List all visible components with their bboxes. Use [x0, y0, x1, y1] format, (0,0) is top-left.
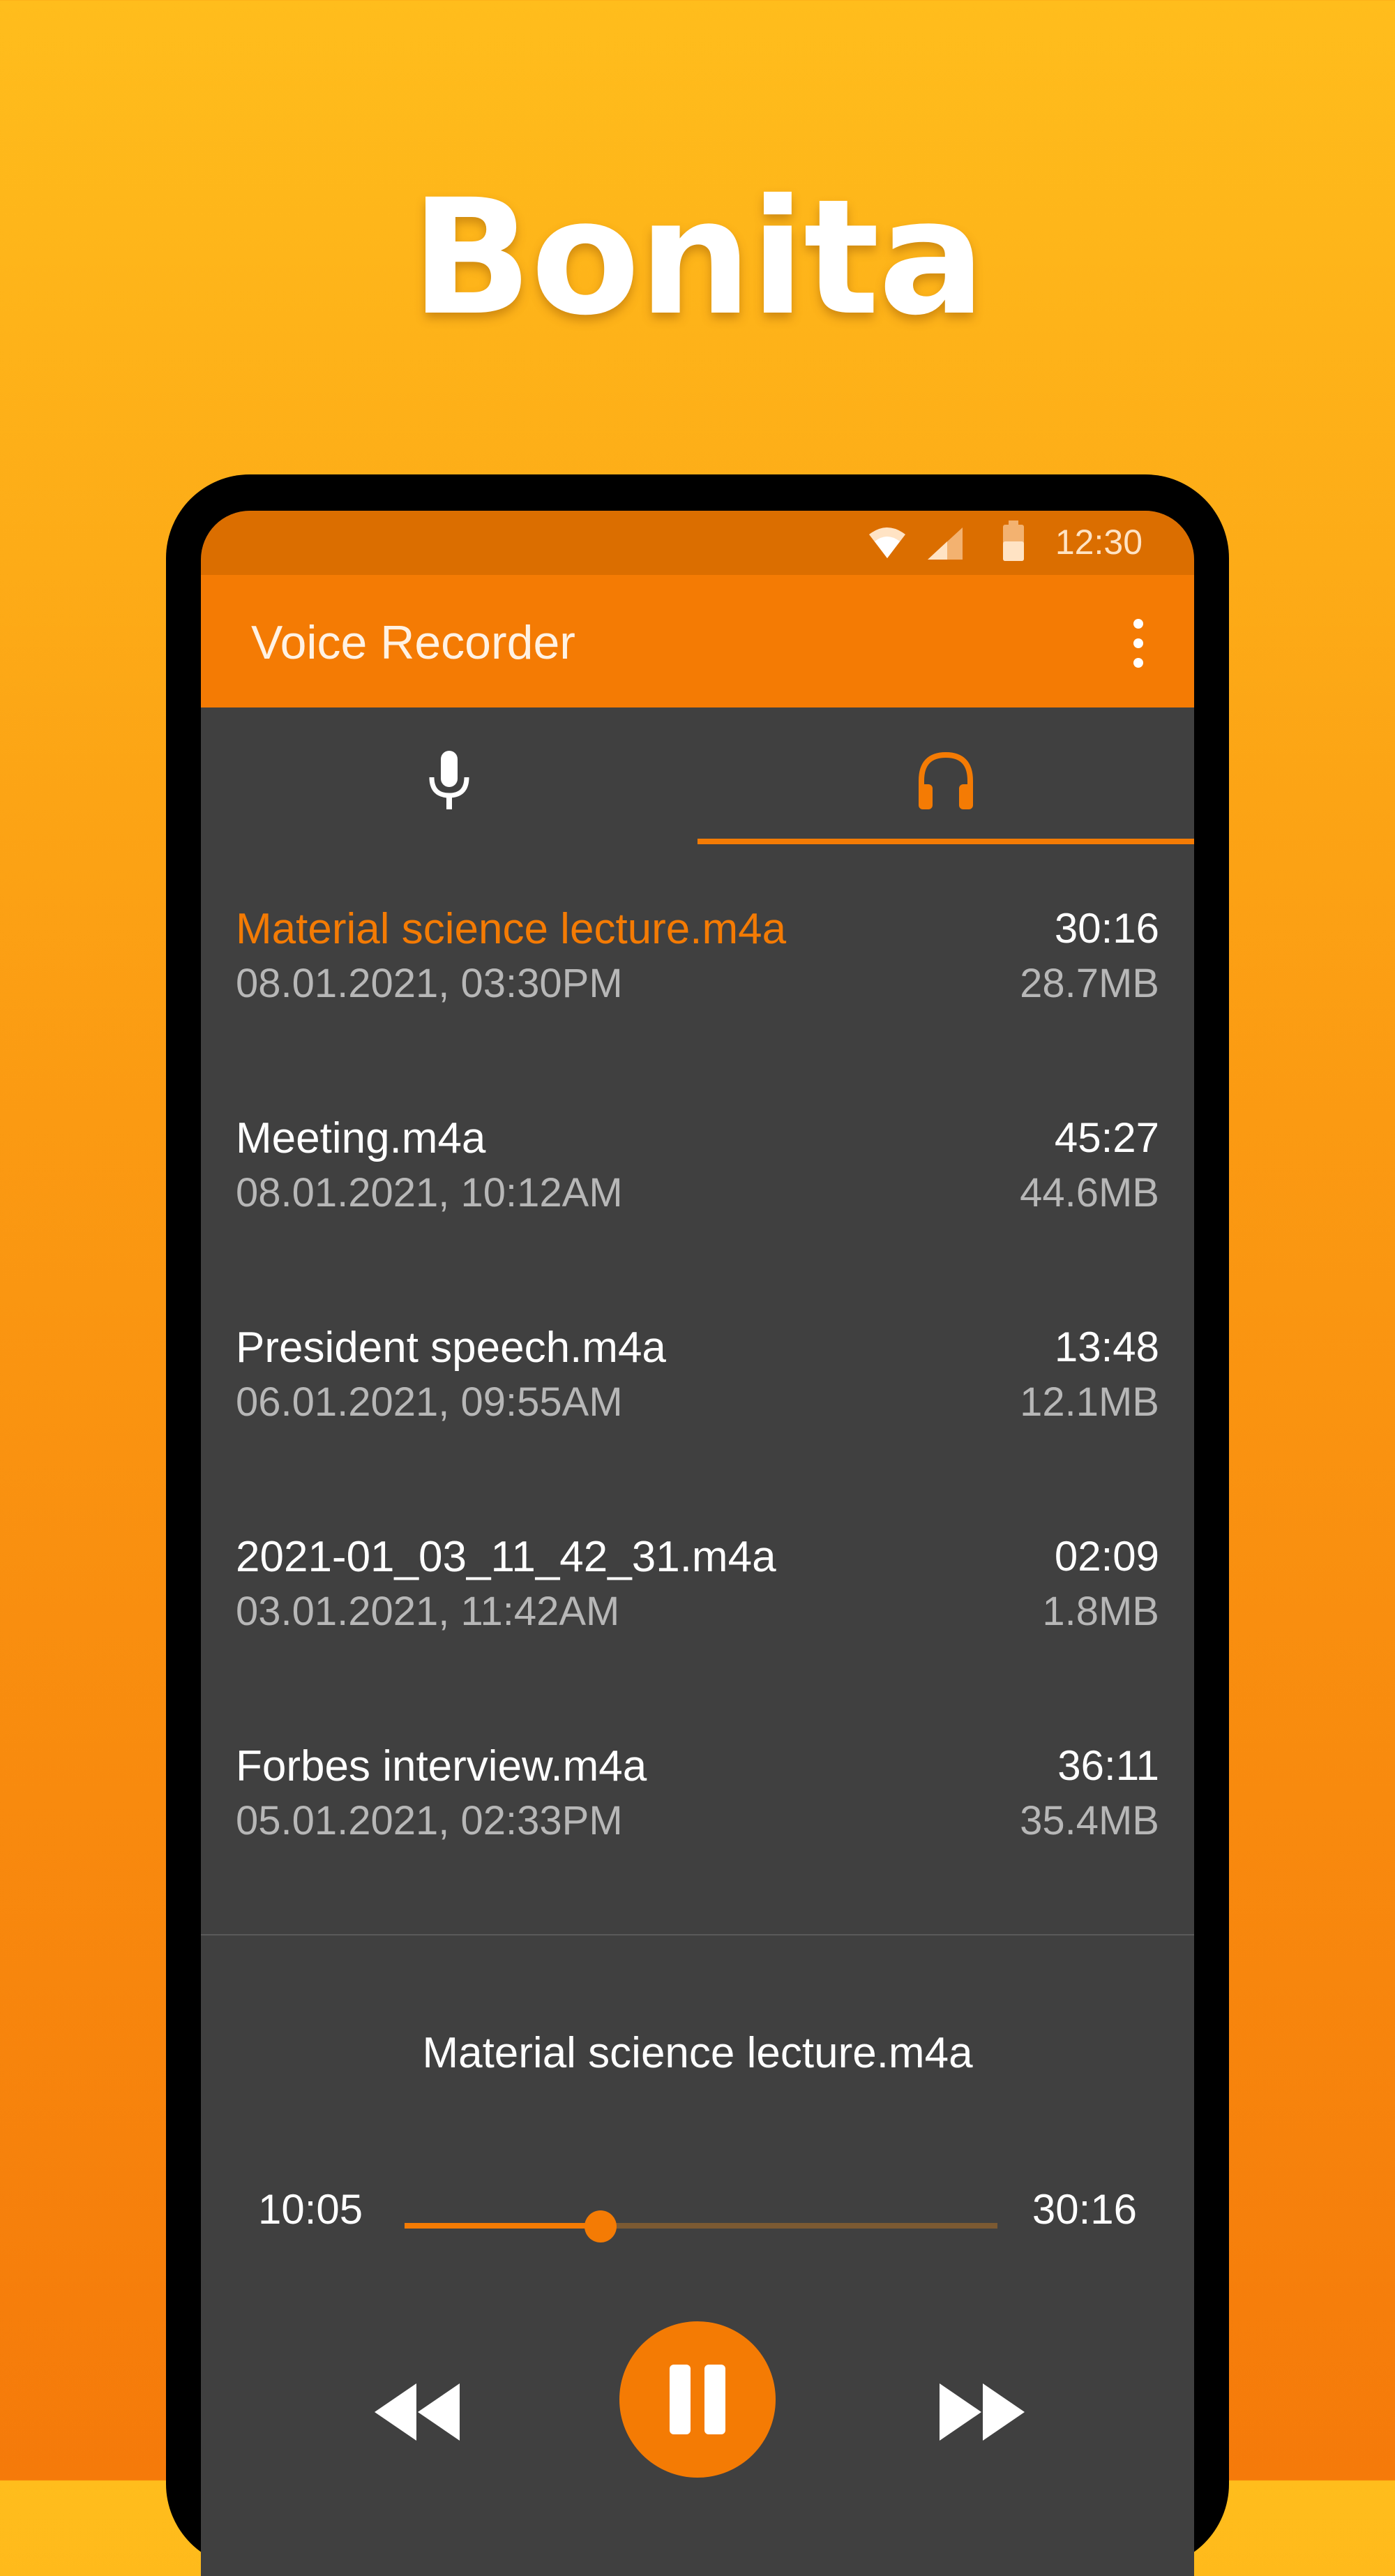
recording-date: 05.01.2021, 02:33PM: [236, 1798, 623, 1843]
more-vert-icon[interactable]: [1124, 615, 1152, 671]
recording-name: Forbes interview.m4a: [236, 1742, 647, 1790]
player-total-time: 30:16: [1032, 2186, 1137, 2233]
pause-button[interactable]: [619, 2321, 776, 2478]
list-item[interactable]: President speech.m4a 06.01.2021, 09:55AM…: [201, 1266, 1194, 1475]
recording-duration: 36:11: [1057, 1742, 1159, 1789]
list-item[interactable]: Forbes interview.m4a 05.01.2021, 02:33PM…: [201, 1684, 1194, 1894]
recording-duration: 30:16: [1054, 905, 1159, 952]
recording-name: President speech.m4a: [236, 1324, 666, 1372]
tab-player[interactable]: [698, 707, 1194, 847]
recording-duration: 45:27: [1054, 1114, 1159, 1161]
tab-indicator: [698, 839, 1194, 844]
headphones-icon: [919, 751, 973, 809]
recording-size: 1.8MB: [1042, 1589, 1159, 1634]
pause-icon: [704, 2365, 725, 2434]
recording-name: 2021-01_03_11_42_31.m4a: [236, 1533, 776, 1581]
status-clock: 12:30: [1055, 523, 1143, 562]
recording-date: 06.01.2021, 09:55AM: [236, 1379, 623, 1425]
app-bar: Voice Recorder: [201, 575, 1194, 707]
recording-date: 03.01.2021, 11:42AM: [236, 1589, 620, 1634]
list-item[interactable]: 2021-01_03_11_42_31.m4a 03.01.2021, 11:4…: [201, 1475, 1194, 1684]
phone-screen: 12:30 Voice Recorder Material science le…: [201, 511, 1194, 2576]
app-title: Voice Recorder: [251, 616, 575, 669]
seek-thumb[interactable]: [584, 2210, 617, 2242]
player-divider: [201, 1934, 1194, 1935]
recording-duration: 02:09: [1054, 1533, 1159, 1580]
tab-bar: [201, 707, 1194, 847]
recording-size: 28.7MB: [1020, 961, 1159, 1006]
recording-size: 35.4MB: [1020, 1798, 1159, 1843]
list-item[interactable]: Meeting.m4a 08.01.2021, 10:12AM 45:27 44…: [201, 1056, 1194, 1266]
pause-icon: [670, 2365, 691, 2434]
player-track-title: Material science lecture.m4a: [422, 2029, 973, 2077]
recording-size: 44.6MB: [1020, 1170, 1159, 1215]
recording-date: 08.01.2021, 03:30PM: [236, 961, 623, 1006]
phone-frame: 12:30 Voice Recorder Material science le…: [166, 474, 1229, 2576]
microphone-icon: [429, 751, 469, 809]
recording-date: 08.01.2021, 10:12AM: [236, 1170, 623, 1215]
wifi-icon: [869, 527, 905, 558]
cell-signal-icon: [928, 527, 963, 560]
battery-icon: [1003, 521, 1024, 561]
tab-record[interactable]: [201, 707, 698, 847]
hero-title: Bonita: [411, 165, 986, 350]
list-item[interactable]: Material science lecture.m4a 08.01.2021,…: [201, 847, 1194, 1056]
status-bar: 12:30: [201, 511, 1194, 575]
recordings-list: Material science lecture.m4a 08.01.2021,…: [201, 847, 1194, 1894]
rewind-icon[interactable]: [372, 2381, 462, 2443]
seek-progress: [405, 2223, 601, 2229]
fast-forward-icon[interactable]: [937, 2381, 1027, 2443]
player-current-time: 10:05: [258, 2186, 363, 2233]
recording-name: Meeting.m4a: [236, 1114, 486, 1162]
recording-size: 12.1MB: [1020, 1379, 1159, 1425]
recording-duration: 13:48: [1054, 1324, 1159, 1370]
recording-name: Material science lecture.m4a: [236, 905, 787, 953]
seek-bar[interactable]: [405, 2210, 997, 2242]
